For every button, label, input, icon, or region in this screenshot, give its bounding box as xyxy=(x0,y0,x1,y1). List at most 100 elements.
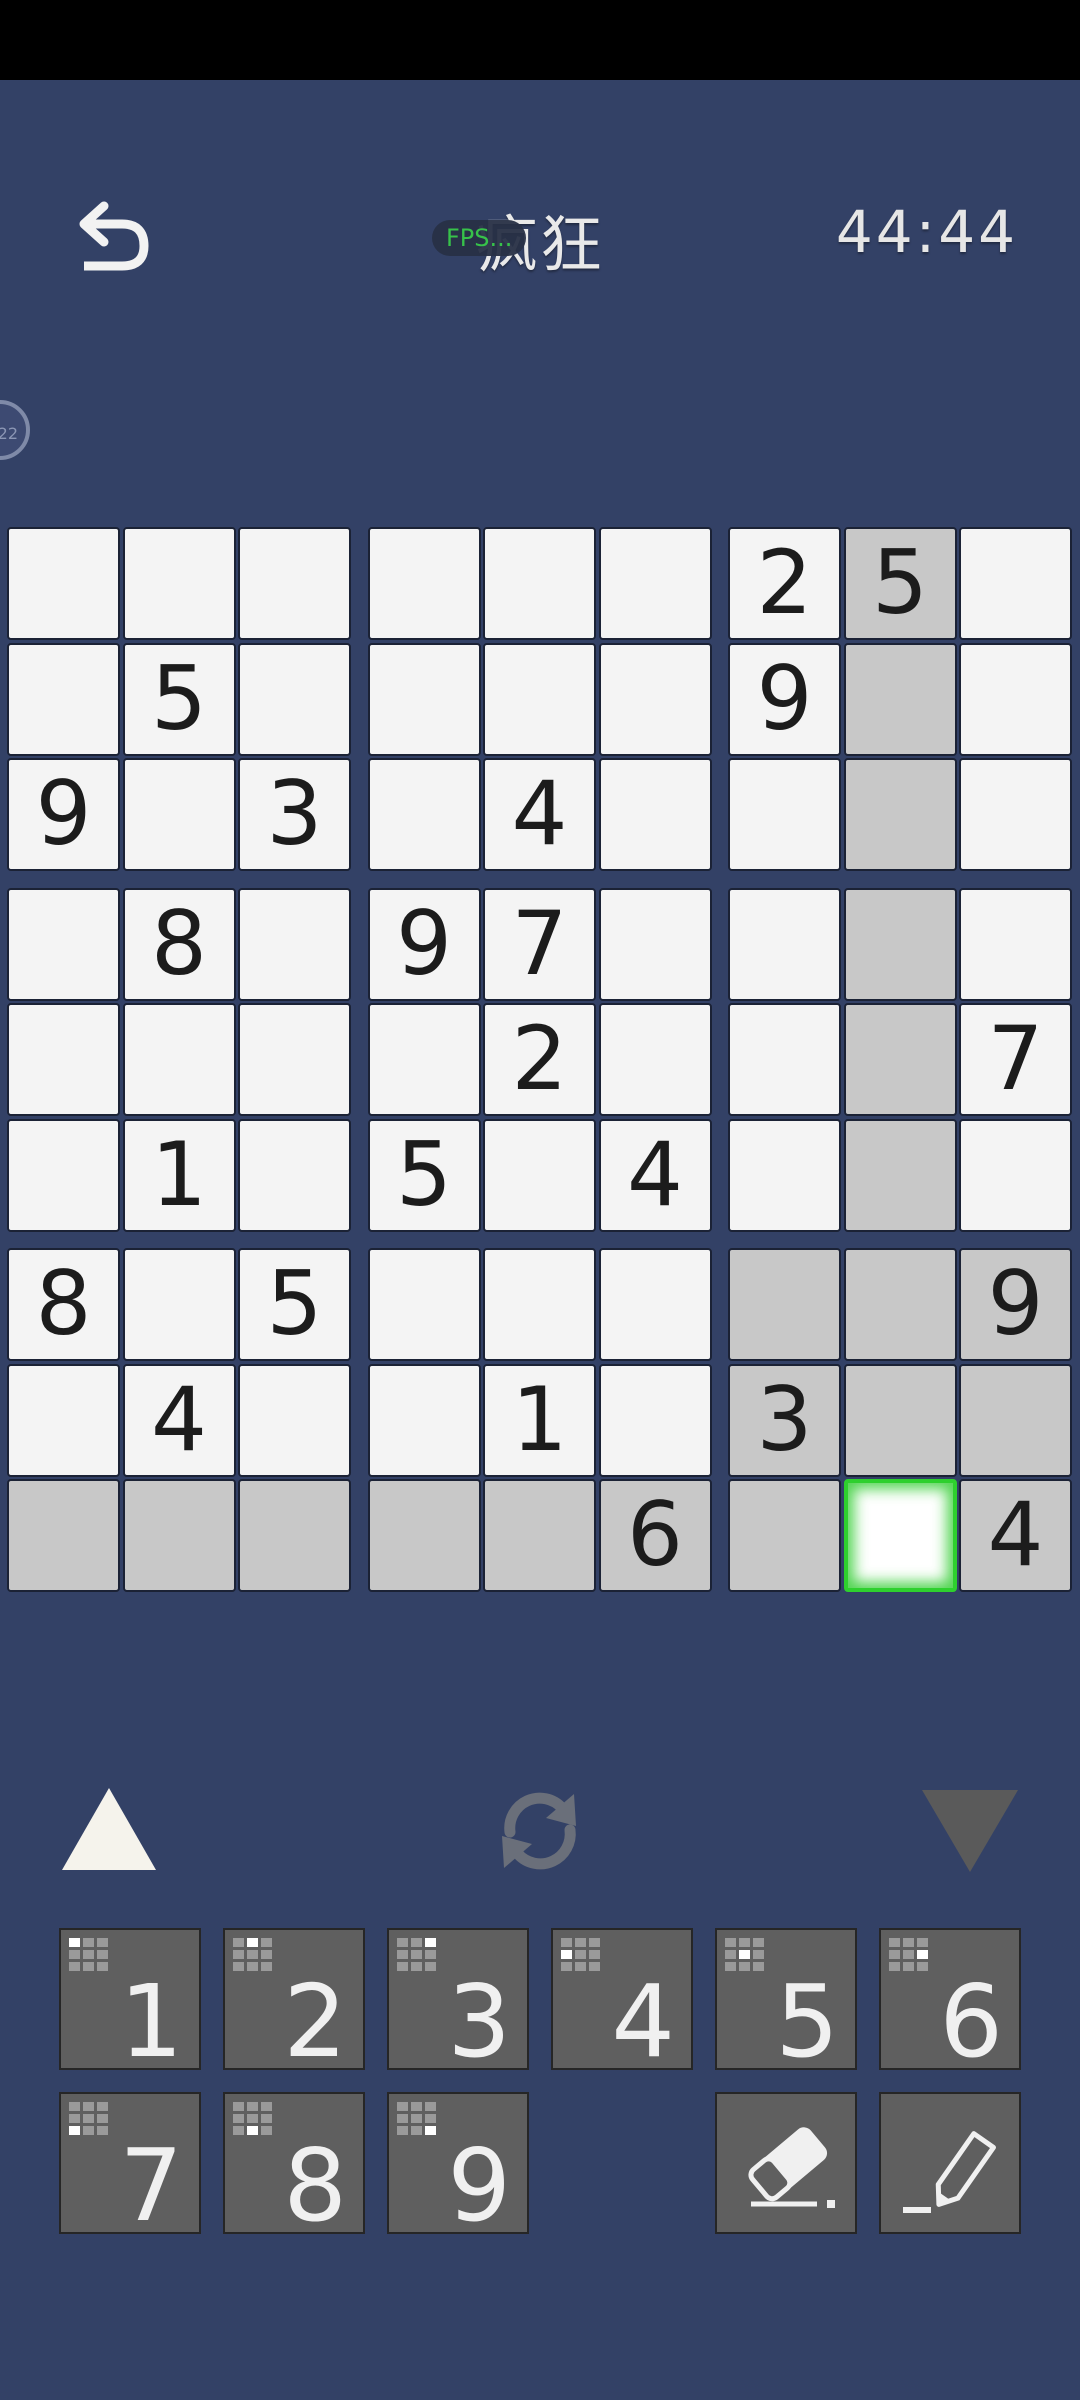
sudoku-cell-r1c8[interactable]: 5 xyxy=(843,527,957,640)
sudoku-cell-r5c9[interactable]: 7 xyxy=(959,1003,1072,1116)
sudoku-cell-r7c5[interactable] xyxy=(483,1248,596,1361)
sudoku-cell-r1c4[interactable] xyxy=(367,527,481,640)
sudoku-cell-r4c6[interactable] xyxy=(598,887,712,1001)
sudoku-cell-r4c8[interactable] xyxy=(843,887,957,1001)
sudoku-cell-r2c8[interactable] xyxy=(843,642,957,756)
sudoku-cell-r2c9[interactable] xyxy=(959,642,1072,756)
sudoku-cell-r4c1[interactable] xyxy=(7,887,120,1001)
sudoku-cell-r9c4[interactable] xyxy=(367,1479,481,1592)
sudoku-cell-r7c1[interactable]: 8 xyxy=(7,1248,120,1361)
sudoku-cell-r7c7[interactable] xyxy=(728,1248,841,1361)
sudoku-cell-r7c6[interactable] xyxy=(598,1248,712,1361)
sudoku-cell-r1c6[interactable] xyxy=(598,527,712,640)
sudoku-cell-r4c4[interactable]: 9 xyxy=(367,887,481,1001)
triangle-down-button[interactable] xyxy=(922,1790,1018,1872)
sudoku-cell-r4c3[interactable] xyxy=(238,887,351,1001)
sudoku-cell-r2c5[interactable] xyxy=(483,642,596,756)
sudoku-cell-r2c2[interactable]: 5 xyxy=(122,642,236,756)
sudoku-cell-r9c8[interactable] xyxy=(843,1479,957,1592)
sudoku-cell-r7c3[interactable]: 5 xyxy=(238,1248,351,1361)
number-key-3[interactable]: 3 xyxy=(387,1928,529,2080)
sudoku-cell-r4c2[interactable]: 8 xyxy=(122,887,236,1001)
sudoku-cell-r5c8[interactable] xyxy=(843,1003,957,1116)
sudoku-cell-r1c1[interactable] xyxy=(7,527,120,640)
sudoku-cell-r6c8[interactable] xyxy=(843,1118,957,1232)
sudoku-cell-r8c1[interactable] xyxy=(7,1363,120,1477)
sudoku-cell-r7c4[interactable] xyxy=(367,1248,481,1361)
number-key-6[interactable]: 6 xyxy=(879,1928,1021,2072)
sudoku-cell-r1c3[interactable] xyxy=(238,527,351,640)
pencil-button[interactable] xyxy=(879,2092,1021,2234)
eraser-button[interactable] xyxy=(715,2092,857,2234)
number-key-label: 8 xyxy=(283,2127,347,2244)
sudoku-cell-r4c7[interactable] xyxy=(728,887,841,1001)
sudoku-cell-r8c3[interactable] xyxy=(238,1363,351,1477)
sudoku-cell-r3c3[interactable]: 3 xyxy=(238,758,351,871)
number-key-7[interactable]: 7 xyxy=(59,2092,201,2236)
sudoku-cell-r3c5[interactable]: 4 xyxy=(483,758,596,871)
sudoku-cell-r1c5[interactable] xyxy=(483,527,596,640)
sudoku-cell-r5c4[interactable] xyxy=(367,1003,481,1116)
sudoku-cell-r9c2[interactable] xyxy=(122,1479,236,1592)
sudoku-cell-r8c5[interactable]: 1 xyxy=(483,1363,596,1477)
sudoku-cell-r4c9[interactable] xyxy=(959,887,1072,1001)
sudoku-cell-r3c2[interactable] xyxy=(122,758,236,871)
number-key-8[interactable]: 8 xyxy=(223,2092,365,2244)
sudoku-cell-r3c6[interactable] xyxy=(598,758,712,871)
sudoku-cell-r2c4[interactable] xyxy=(367,642,481,756)
sudoku-cell-r5c6[interactable] xyxy=(598,1003,712,1116)
sudoku-cell-r6c3[interactable] xyxy=(238,1118,351,1232)
sudoku-cell-r3c7[interactable] xyxy=(728,758,841,871)
sudoku-cell-r7c9[interactable]: 9 xyxy=(959,1248,1072,1361)
sudoku-cell-r5c3[interactable] xyxy=(238,1003,351,1116)
sudoku-cell-r6c5[interactable] xyxy=(483,1118,596,1232)
sudoku-cell-r5c7[interactable] xyxy=(728,1003,841,1116)
sudoku-cell-r6c1[interactable] xyxy=(7,1118,120,1232)
sudoku-cell-r9c9[interactable]: 4 xyxy=(959,1479,1072,1592)
sudoku-cell-r9c3[interactable] xyxy=(238,1479,351,1592)
sudoku-cell-r2c1[interactable] xyxy=(7,642,120,756)
sudoku-cell-r8c7[interactable]: 3 xyxy=(728,1363,841,1477)
sudoku-cell-r7c8[interactable] xyxy=(843,1248,957,1361)
sudoku-cell-r1c2[interactable] xyxy=(122,527,236,640)
number-key-label: 1 xyxy=(119,1963,183,2080)
refresh-button[interactable] xyxy=(488,1782,592,1878)
sudoku-cell-r6c4[interactable]: 5 xyxy=(367,1118,481,1232)
sudoku-cell-r8c6[interactable] xyxy=(598,1363,712,1477)
sudoku-cell-r8c2[interactable]: 4 xyxy=(122,1363,236,1477)
sudoku-cell-r1c9[interactable] xyxy=(959,527,1072,640)
sudoku-cell-r2c7[interactable]: 9 xyxy=(728,642,841,756)
sudoku-cell-r8c9[interactable] xyxy=(959,1363,1072,1477)
triangle-up-button[interactable] xyxy=(62,1788,156,1870)
number-key-2[interactable]: 2 xyxy=(223,1928,365,2072)
sudoku-cell-r1c7[interactable]: 2 xyxy=(728,527,841,640)
sudoku-cell-r5c1[interactable] xyxy=(7,1003,120,1116)
number-key-label: 3 xyxy=(447,1963,511,2080)
floating-assistant-bubble[interactable]: 22 xyxy=(0,400,30,460)
eraser-icon xyxy=(748,2127,835,2208)
sudoku-cell-r6c6[interactable]: 4 xyxy=(598,1118,712,1232)
sudoku-cell-r6c9[interactable] xyxy=(959,1118,1072,1232)
sudoku-cell-r3c8[interactable] xyxy=(843,758,957,871)
sudoku-cell-r2c3[interactable] xyxy=(238,642,351,756)
number-key-4[interactable]: 4 xyxy=(551,1928,693,2072)
sudoku-cell-r8c8[interactable] xyxy=(843,1363,957,1477)
sudoku-cell-r2c6[interactable] xyxy=(598,642,712,756)
sudoku-cell-r5c5[interactable]: 2 xyxy=(483,1003,596,1116)
sudoku-cell-r9c7[interactable] xyxy=(728,1479,841,1592)
sudoku-cell-r9c5[interactable] xyxy=(483,1479,596,1592)
sudoku-cell-r5c2[interactable] xyxy=(122,1003,236,1116)
number-key-9[interactable]: 9 xyxy=(387,2092,529,2236)
sudoku-cell-r3c9[interactable] xyxy=(959,758,1072,871)
sudoku-cell-r3c4[interactable] xyxy=(367,758,481,871)
sudoku-cell-r6c7[interactable] xyxy=(728,1118,841,1232)
sudoku-cell-r6c2[interactable]: 1 xyxy=(122,1118,236,1232)
sudoku-cell-r4c5[interactable]: 7 xyxy=(483,887,596,1001)
sudoku-cell-r9c1[interactable] xyxy=(7,1479,120,1592)
sudoku-cell-r7c2[interactable] xyxy=(122,1248,236,1361)
number-key-1[interactable]: 1 xyxy=(59,1928,201,2080)
sudoku-cell-r3c1[interactable]: 9 xyxy=(7,758,120,871)
sudoku-cell-r8c4[interactable] xyxy=(367,1363,481,1477)
number-key-5[interactable]: 5 xyxy=(715,1928,857,2072)
sudoku-cell-r9c6[interactable]: 6 xyxy=(598,1479,712,1592)
